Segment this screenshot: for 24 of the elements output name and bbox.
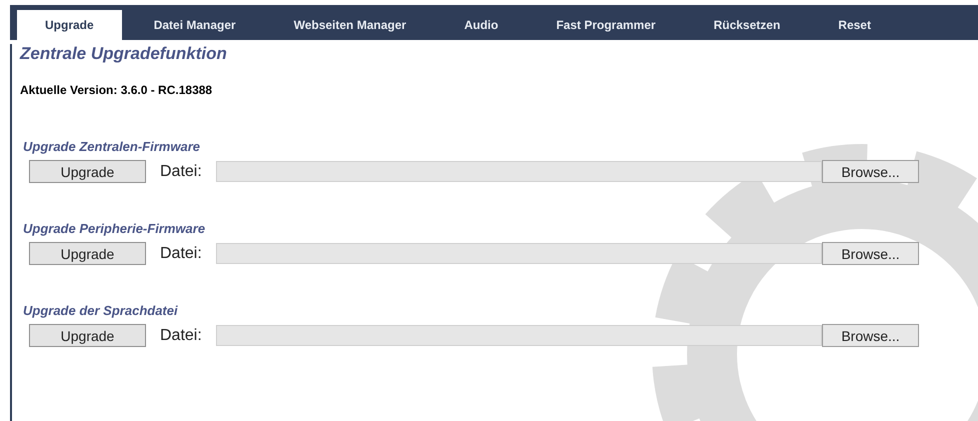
- tab[interactable]: Upgrade: [17, 10, 122, 40]
- page-title: Zentrale Upgradefunktion: [20, 44, 228, 64]
- tab[interactable]: Reset: [812, 10, 897, 40]
- upgrade-button[interactable]: Upgrade: [29, 160, 146, 183]
- file-label: Datei:: [160, 162, 203, 180]
- tab[interactable]: Datei Manager: [128, 10, 262, 40]
- version-text: Aktuelle Version: 3.6.0 - RC.18388: [20, 83, 212, 97]
- browse-button[interactable]: Browse...: [822, 242, 919, 265]
- tab[interactable]: Rücksetzen: [688, 10, 806, 40]
- tab[interactable]: Audio: [438, 10, 524, 40]
- browse-button[interactable]: Browse...: [822, 160, 919, 183]
- tab[interactable]: Webseiten Manager: [268, 10, 432, 40]
- browse-button[interactable]: Browse...: [822, 324, 919, 347]
- section-heading: Upgrade der Sprachdatei: [23, 303, 179, 318]
- upgrade-button[interactable]: Upgrade: [29, 242, 146, 265]
- file-label: Datei:: [160, 326, 203, 344]
- file-path-field[interactable]: [216, 161, 822, 182]
- upgrade-button[interactable]: Upgrade: [29, 324, 146, 347]
- file-path-field[interactable]: [216, 325, 822, 346]
- file-path-field[interactable]: [216, 243, 822, 264]
- section-heading: Upgrade Zentralen-Firmware: [23, 139, 201, 154]
- section-heading: Upgrade Peripherie-Firmware: [23, 221, 206, 236]
- file-label: Datei:: [160, 244, 203, 262]
- tab[interactable]: Fast Programmer: [530, 10, 682, 40]
